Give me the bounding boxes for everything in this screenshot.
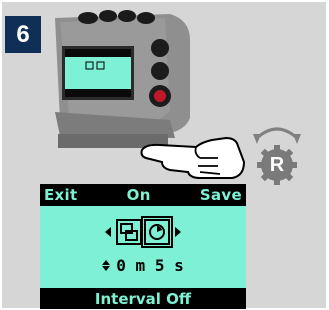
pointing-hand-icon	[140, 136, 246, 179]
step-number-badge: 6	[5, 16, 41, 53]
frames-icon[interactable]	[116, 219, 142, 245]
right-arrow-icon[interactable]	[175, 227, 181, 237]
lcd-top-bar: Exit On Save	[40, 184, 246, 206]
mode-selector[interactable]	[40, 216, 246, 248]
on-tab[interactable]: On	[123, 186, 155, 204]
left-arrow-icon[interactable]	[105, 227, 111, 237]
save-tab[interactable]: Save	[196, 186, 246, 204]
step-number: 6	[16, 20, 30, 48]
interval-value: 0 m 5 s	[116, 255, 184, 275]
lcd-screen: Exit On Save 0 m 5 s Interval Off	[40, 184, 246, 309]
timer-icon[interactable]	[141, 216, 173, 248]
lcd-status-bar: Interval Off	[40, 288, 246, 309]
rotate-instruction: R	[245, 124, 309, 194]
interval-status: Interval Off	[94, 289, 192, 308]
interval-value-row[interactable]: 0 m 5 s	[40, 254, 246, 276]
exit-tab[interactable]: Exit	[40, 186, 81, 204]
rotate-label: R	[269, 153, 285, 176]
up-down-arrows-icon	[102, 259, 111, 271]
